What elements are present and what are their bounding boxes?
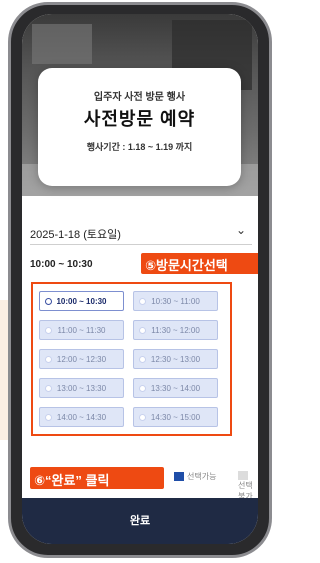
time-slot[interactable]: 11:00 ~ 11:30 (39, 320, 124, 340)
date-select-value: 2025-1-18 (토요일) (30, 229, 121, 241)
time-slot[interactable]: 12:30 ~ 13:00 (133, 349, 218, 369)
complete-button[interactable]: 완료 (22, 498, 258, 544)
step6-callout: ⑥“완료” 클릭 (30, 467, 164, 489)
legend-unavailable-swatch (238, 471, 248, 481)
time-slot[interactable]: 11:30 ~ 12:00 (133, 320, 218, 340)
legend-available-swatch (174, 472, 184, 482)
time-slot[interactable]: 14:00 ~ 14:30 (39, 407, 124, 427)
time-select-value: 10:00 ~ 10:30 (30, 259, 93, 270)
time-slot[interactable]: 13:00 ~ 13:30 (39, 378, 124, 398)
chevron-down-icon[interactable]: ⌄ (236, 223, 246, 237)
page-title: 사전방문 예약 (83, 109, 196, 129)
time-slot[interactable]: 14:30 ~ 15:00 (133, 407, 218, 427)
date-select[interactable]: 2025-1-18 (토요일) ⌄ (30, 223, 252, 245)
time-slot-grid: 10:00 ~ 10:30 10:30 ~ 11:00 11:00 ~ 11:3… (31, 282, 232, 436)
legend-available: 선택가능 (174, 471, 216, 482)
event-subtitle: 입주자 사전 방문 행사 (93, 92, 186, 103)
time-slot[interactable]: 12:00 ~ 12:30 (39, 349, 124, 369)
event-period: 행사기간 : 1.18 ~ 1.19 까지 (86, 142, 193, 152)
time-slot[interactable]: 10:30 ~ 11:00 (133, 291, 218, 311)
step5-callout: ⑤방문시간선택 (141, 253, 258, 274)
time-slot[interactable]: 10:00 ~ 10:30 (39, 291, 124, 311)
time-slot[interactable]: 13:30 ~ 14:00 (133, 378, 218, 398)
legend-available-label: 선택가능 (187, 472, 217, 481)
phone-screen: 입주자 사전 방문 행사 사전방문 예약 행사기간 : 1.18 ~ 1.19 … (22, 14, 258, 544)
event-info-card: 입주자 사전 방문 행사 사전방문 예약 행사기간 : 1.18 ~ 1.19 … (38, 68, 241, 186)
